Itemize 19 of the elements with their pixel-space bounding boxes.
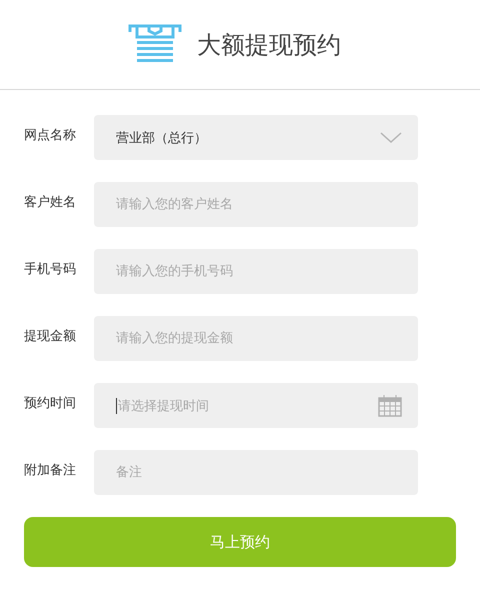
calendar-icon bbox=[378, 394, 402, 416]
chevron-down-icon bbox=[380, 132, 402, 144]
field-label: 提现金额 bbox=[24, 328, 77, 345]
field-label: 客户姓名 bbox=[24, 194, 77, 211]
field-label: 手机号码 bbox=[24, 261, 77, 278]
page-title: 大额提现预约 bbox=[197, 30, 341, 60]
branch-select[interactable]: 营业部（总行） bbox=[94, 115, 418, 160]
date-field[interactable]: 请选择提现时间 bbox=[94, 383, 418, 428]
text-cursor bbox=[116, 398, 117, 414]
placeholder-text: 请选择提现时间 bbox=[118, 398, 210, 414]
input-field[interactable]: 备注 bbox=[94, 450, 418, 495]
field-label: 预约时间 bbox=[24, 395, 77, 412]
selected-value: 营业部（总行） bbox=[116, 130, 208, 146]
reserve-button[interactable]: 马上预约 bbox=[24, 517, 456, 567]
field-label: 网点名称 bbox=[24, 127, 77, 144]
field-label: 附加备注 bbox=[24, 462, 77, 479]
input-field[interactable]: 请输入您的手机号码 bbox=[94, 249, 418, 294]
input-field[interactable]: 请输入您的提现金额 bbox=[94, 316, 418, 361]
input-field[interactable]: 请输入您的客户姓名 bbox=[94, 182, 418, 227]
